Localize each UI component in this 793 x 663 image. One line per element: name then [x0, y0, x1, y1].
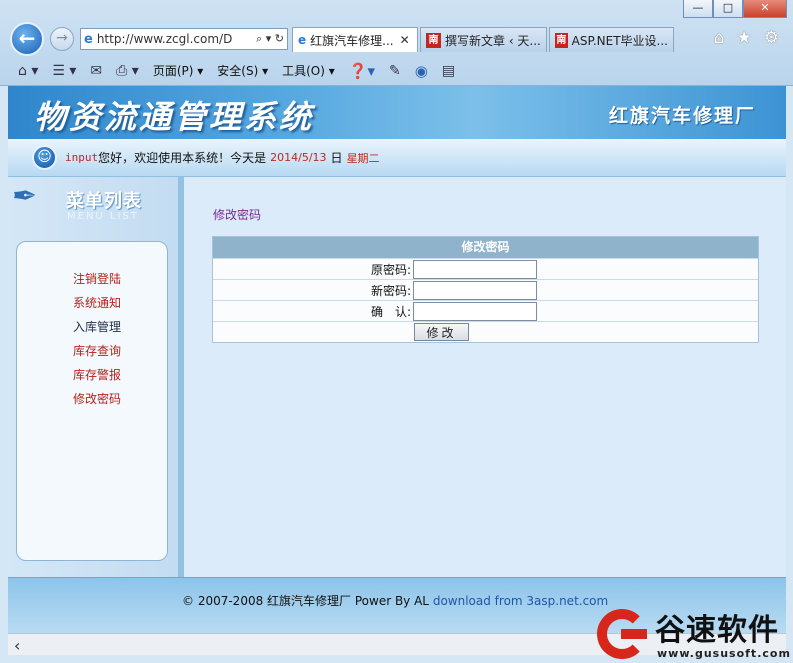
settings-gear-icon[interactable]: ⚙: [764, 28, 779, 48]
back-button[interactable]: ←: [10, 22, 44, 56]
command-bar: ⌂ ▾ ☰ ▾ ✉ ⎙ ▾ 页面(P) ▾ 安全(S) ▾ 工具(O) ▾ ❓▾…: [0, 56, 793, 85]
sidebar: ✒ 菜单列表 MENU LIST 注销登陆 系统通知 入库管理 库存查询 库存警…: [8, 177, 184, 577]
address-url[interactable]: http://www.zcgl.com/D: [97, 32, 253, 46]
address-tools[interactable]: ⌕ ▾ ↻: [253, 32, 287, 46]
tab-aspnet[interactable]: 南 ASP.NET毕业设...: [549, 27, 674, 52]
username: input: [65, 151, 99, 164]
menu-list: 注销登陆 系统通知 入库管理 库存查询 库存警报 修改密码: [16, 241, 168, 561]
window-controls: — □ ✕: [683, 0, 787, 18]
form-row-submit: 修改: [213, 321, 758, 342]
main-content: 修改密码 修改密码 原密码: 新密码: 确 认: 修改: [184, 177, 786, 577]
confirm-password-label: 确 认:: [370, 304, 411, 319]
ie-icon: e: [298, 33, 307, 47]
ie-icon: e: [84, 31, 93, 47]
print-icon[interactable]: ⎙ ▾: [116, 63, 139, 79]
tools-menu[interactable]: 工具(O) ▾: [282, 62, 335, 79]
menu-title: 菜单列表: [66, 191, 142, 212]
menu-item-inventory-query[interactable]: 库存查询: [73, 342, 121, 359]
current-date: 2014/5/13: [270, 151, 327, 164]
g-logo-bar: [621, 629, 647, 639]
form-row-new-password: 新密码:: [213, 279, 758, 300]
footer-text: © 2007-2008 红旗汽车修理厂 Power By AL download…: [182, 592, 608, 609]
pen-icon: ✒: [12, 179, 38, 214]
greeting: 您好，欢迎使用本系统！今天是: [98, 151, 267, 165]
safety-menu[interactable]: 安全(S) ▾: [217, 62, 268, 79]
confirm-password-input[interactable]: [413, 301, 537, 321]
new-password-input[interactable]: [413, 280, 537, 300]
old-password-label: 原密码:: [370, 262, 411, 277]
menu-item-notice[interactable]: 系统通知: [73, 294, 121, 311]
home-icon[interactable]: ⌂: [714, 28, 725, 48]
nan-icon: 南: [426, 32, 441, 48]
menu-item-inventory-alert[interactable]: 库存警报: [73, 366, 121, 383]
tab-hongqi[interactable]: e 红旗汽车修理... ✕: [292, 27, 418, 52]
watermark-brand: 谷速软件: [655, 613, 779, 648]
watermark-url: www.gususoft.com: [657, 647, 791, 660]
page-menu[interactable]: 页面(P) ▾: [153, 62, 203, 79]
user-icon: ☺: [32, 145, 57, 170]
submit-button[interactable]: 修改: [414, 323, 469, 341]
web-page: 物资流通管理系统 红旗汽车修理厂 ☺ input 您好，欢迎使用本系统！今天是 …: [8, 86, 786, 633]
address-bar[interactable]: e http://www.zcgl.com/D ⌕ ▾ ↻: [80, 28, 288, 50]
menu-item-logout[interactable]: 注销登陆: [73, 270, 121, 287]
forward-button[interactable]: →: [50, 27, 74, 51]
site-header: 物资流通管理系统 红旗汽车修理厂: [8, 86, 786, 139]
scroll-left-icon[interactable]: ‹: [14, 636, 20, 655]
old-password-input[interactable]: [413, 259, 537, 279]
browser-right-icons: ⌂ ★ ⚙: [714, 28, 779, 48]
tab-label: ASP.NET毕业设...: [571, 33, 668, 48]
menu-item-change-password[interactable]: 修改密码: [73, 390, 121, 407]
menu-header: ✒ 菜单列表 MENU LIST: [8, 177, 178, 233]
form-header: 修改密码: [213, 237, 758, 258]
download-link[interactable]: download from 3asp.net.com: [433, 594, 608, 608]
tab-label: 撰写新文章 ‹ 天...: [445, 33, 541, 48]
breadcrumb: 修改密码: [213, 208, 262, 222]
close-window-button[interactable]: ✕: [743, 0, 787, 18]
note-icon[interactable]: ▤: [442, 63, 455, 79]
menu-item-stock-in[interactable]: 入库管理: [73, 318, 121, 335]
form-row-confirm: 确 认:: [213, 300, 758, 321]
welcome-bar: ☺ input 您好，欢迎使用本系统！今天是 2014/5/13 日 星期二: [8, 139, 786, 177]
nan-icon: 南: [555, 32, 568, 48]
menu-subtitle: MENU LIST: [67, 211, 139, 222]
help-icon[interactable]: ❓▾: [349, 62, 375, 80]
new-password-label: 新密码:: [370, 283, 411, 298]
watermark-logo: 谷速软件 www.gususoft.com: [597, 603, 793, 663]
close-tab-icon[interactable]: ✕: [400, 33, 410, 47]
minimize-button[interactable]: —: [683, 0, 713, 18]
rss-feed-icon[interactable]: ☰ ▾: [52, 63, 76, 79]
form-row-old-password: 原密码:: [213, 258, 758, 279]
maximize-button[interactable]: □: [713, 0, 743, 18]
factory-name: 红旗汽车修理厂: [608, 105, 756, 127]
tab-label: 红旗汽车修理...: [310, 33, 394, 48]
mail-icon[interactable]: ✉: [90, 63, 102, 79]
weekday: 星期二: [346, 151, 380, 165]
research-icon[interactable]: ✎: [389, 63, 401, 79]
copyright: © 2007-2008 红旗汽车修理厂 Power By AL: [182, 594, 429, 608]
home-icon[interactable]: ⌂ ▾: [18, 63, 38, 79]
browser-chrome: — □ ✕ ← → e http://www.zcgl.com/D ⌕ ▾ ↻ …: [0, 0, 793, 86]
favorites-star-icon[interactable]: ★: [737, 28, 752, 48]
day-label: 日: [330, 151, 343, 165]
system-title: 物资流通管理系统: [34, 98, 315, 136]
change-password-form: 修改密码 原密码: 新密码: 确 认: 修改: [212, 236, 759, 343]
tab-write-article[interactable]: 南 撰写新文章 ‹ 天...: [420, 27, 547, 52]
messenger-icon[interactable]: ◉: [415, 62, 428, 80]
